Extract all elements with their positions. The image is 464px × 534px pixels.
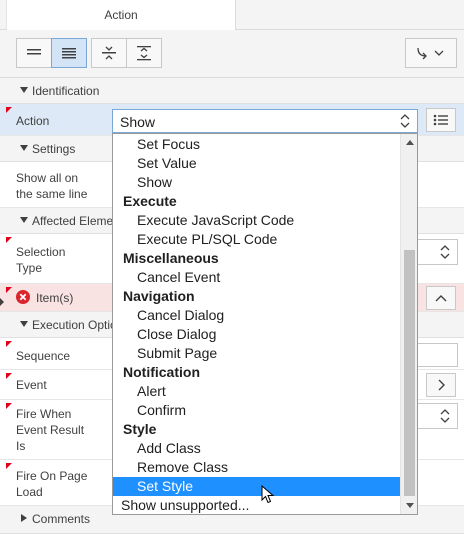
selection-type-select[interactable] [416, 239, 458, 265]
go-to-group-button[interactable] [405, 38, 457, 68]
dropdown-group-header: Execute [123, 193, 177, 209]
event-navigate-button[interactable] [426, 373, 456, 397]
action-dropdown-list[interactable]: Set Focus Set Value Show Execute Execute Jav… [112, 133, 418, 515]
error-icon [16, 290, 30, 304]
property-label-action: Action [16, 114, 50, 128]
scroll-down-arrow-icon[interactable] [406, 503, 414, 508]
dropdown-option[interactable]: Set Focus [113, 135, 400, 154]
required-marker-icon [6, 341, 12, 347]
dropdown-option[interactable]: Alert [113, 382, 400, 401]
chevron-right-icon [438, 379, 445, 391]
dropdown-option[interactable]: Show unsupported... [113, 496, 400, 514]
list-view-button[interactable] [16, 38, 52, 68]
dropdown-option[interactable]: Execute JavaScript Code [113, 211, 400, 230]
dropdown-option[interactable]: Confirm [113, 401, 400, 420]
collapse-all-button[interactable] [91, 38, 127, 68]
dropdown-option[interactable]: Add Class [113, 439, 400, 458]
property-editor-toolbar [0, 30, 464, 78]
list-view-icon [27, 49, 41, 55]
list-icon [433, 114, 448, 126]
dropdown-option[interactable]: Execute PL/SQL Code [113, 230, 400, 249]
expand-triangle-icon [21, 514, 27, 522]
dropdown-option[interactable]: Remove Class [113, 458, 400, 477]
expand-all-button[interactable] [126, 38, 162, 68]
mouse-pointer-icon [261, 485, 275, 504]
expand-all-icon [137, 46, 151, 61]
collapse-triangle-icon [20, 87, 28, 93]
list-of-values-button[interactable] [426, 108, 456, 132]
tab-action[interactable]: Action [6, 0, 236, 30]
tab-bar: Action [0, 0, 464, 30]
collapse-triangle-icon [20, 217, 28, 223]
dropdown-scrollbar[interactable] [400, 134, 417, 514]
collapse-triangle-icon [20, 145, 28, 151]
grid-view-button[interactable] [51, 38, 87, 68]
scrollbar-thumb[interactable] [404, 250, 415, 496]
dropdown-option[interactable]: Submit Page [113, 344, 400, 363]
dropdown-option[interactable]: Cancel Dialog [113, 306, 400, 325]
spinner-icon [440, 245, 450, 259]
items-picker-button[interactable] [426, 286, 456, 310]
go-to-group-icon [417, 47, 444, 60]
dropdown-group-header: Style [123, 421, 157, 437]
spinner-icon [400, 114, 410, 128]
required-marker-icon [6, 403, 12, 409]
grid-view-icon [62, 48, 76, 59]
required-marker-icon [6, 463, 12, 469]
dropdown-group-header: Notification [123, 364, 200, 380]
action-select[interactable]: Show [112, 109, 418, 133]
action-select-value: Show [120, 114, 156, 130]
fire-when-select[interactable] [416, 403, 458, 429]
collapse-triangle-icon [20, 321, 28, 327]
dropdown-option[interactable]: Set Value [113, 154, 400, 173]
required-marker-icon [6, 237, 12, 243]
required-marker-icon [6, 287, 12, 293]
dropdown-option[interactable]: Show [113, 173, 400, 192]
dropdown-option[interactable]: Set Style [113, 477, 400, 496]
dropdown-option[interactable]: Cancel Event [113, 268, 400, 287]
sequence-field[interactable] [416, 343, 458, 367]
required-marker-icon [6, 107, 12, 113]
dropdown-option[interactable]: Close Dialog [113, 325, 400, 344]
panel-splitter-handle-icon[interactable] [0, 298, 4, 306]
scroll-up-arrow-icon[interactable] [406, 140, 414, 145]
spinner-icon [440, 409, 450, 423]
section-identification[interactable]: Identification [0, 78, 464, 104]
dropdown-group-header: Miscellaneous [123, 250, 219, 266]
required-marker-icon [6, 373, 12, 379]
dropdown-group-header: Navigation [123, 288, 195, 304]
chevron-up-icon [435, 295, 447, 302]
collapse-all-icon [102, 46, 116, 60]
